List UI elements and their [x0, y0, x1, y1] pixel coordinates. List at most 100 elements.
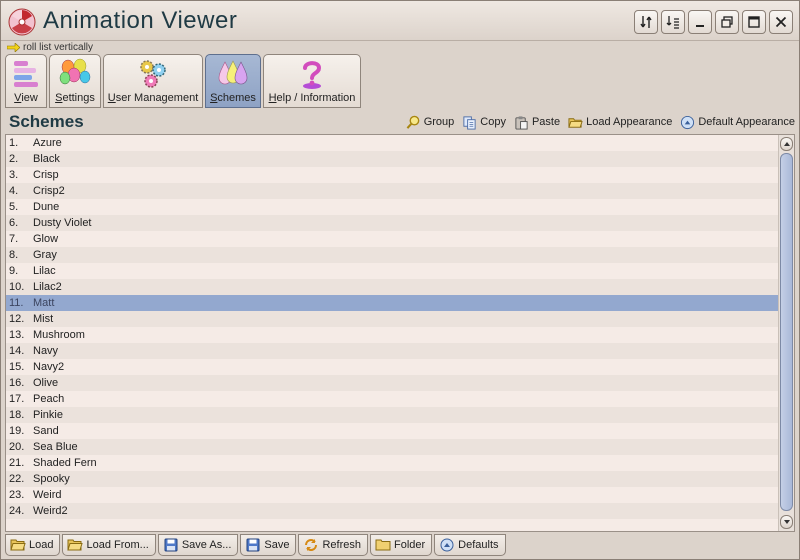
sort-list-button[interactable] — [661, 10, 685, 34]
scheme-row[interactable]: 1. Azure — [6, 135, 779, 151]
refresh-label: Refresh — [322, 539, 361, 551]
swap-arrows-icon — [640, 16, 652, 28]
copy-button[interactable]: Copy — [462, 115, 506, 130]
gears-icon — [140, 60, 166, 88]
scheme-row[interactable]: 2. Black — [6, 151, 779, 167]
scheme-name: Azure — [33, 137, 62, 149]
scheme-name: Gray — [33, 249, 57, 261]
scheme-number: 7. — [9, 233, 19, 245]
scheme-number: 16. — [9, 377, 25, 389]
title-bar[interactable]: Animation Viewer — [1, 1, 799, 41]
scheme-name: Navy — [33, 345, 59, 357]
scheme-row[interactable]: 15. Navy2 — [6, 359, 779, 375]
scheme-row[interactable]: 6. Dusty Violet — [6, 215, 779, 231]
scheme-number: 2. — [9, 153, 19, 165]
scroll-thumb[interactable] — [780, 153, 793, 511]
scheme-row[interactable]: 7. Glow — [6, 231, 779, 247]
folder-button[interactable]: Folder — [369, 534, 433, 556]
sort-list-icon — [666, 16, 679, 29]
scheme-row[interactable]: 4. Crisp2 — [6, 183, 779, 199]
minimize-button[interactable] — [688, 10, 712, 34]
scheme-name: Pinkie — [33, 409, 63, 421]
defaults-button[interactable]: Defaults — [434, 534, 506, 556]
hint-roll-list[interactable]: roll list vertically — [7, 41, 93, 54]
close-icon — [775, 16, 787, 28]
scheme-name: Sea Blue — [33, 441, 78, 453]
tab-settings-label: Settings — [55, 92, 95, 104]
vertical-scrollbar[interactable] — [778, 135, 794, 531]
hint-text: roll list vertically — [23, 42, 94, 53]
scheme-number: 18. — [9, 409, 25, 421]
scheme-row[interactable]: 8. Gray — [6, 247, 779, 263]
schemes-rows: 1. Azure 2. Black 3. Crisp 4. Crisp2 5. Dune 6. Dus… — [6, 135, 779, 519]
paste-button[interactable]: Paste — [514, 115, 560, 130]
scheme-row[interactable]: 3. Crisp — [6, 167, 779, 183]
scheme-row[interactable]: 5. Dune — [6, 199, 779, 215]
tab-help-information[interactable]: Help / Information — [263, 54, 361, 108]
tab-settings[interactable]: Settings — [49, 54, 101, 108]
scheme-row[interactable]: 24. Weird2 — [6, 503, 779, 519]
refresh-button[interactable]: Refresh — [298, 534, 368, 556]
schemes-list[interactable]: 1. Azure 2. Black 3. Crisp 4. Crisp2 5. Dune 6. Dus… — [5, 134, 795, 532]
refresh-icon — [305, 539, 318, 551]
save-button[interactable]: Save — [240, 534, 297, 556]
tab-user-management-label: User Management — [107, 92, 199, 104]
group-label: Group — [423, 116, 455, 128]
tab-user-management[interactable]: User Management — [103, 54, 203, 108]
load-button[interactable]: Load — [5, 534, 61, 556]
load-from-button[interactable]: Load From... — [62, 534, 156, 556]
title-buttons — [634, 10, 793, 34]
magnifier-icon — [406, 115, 420, 129]
scheme-row[interactable]: 19. Sand — [6, 423, 779, 439]
default-circle-icon — [440, 538, 454, 552]
scheme-row[interactable]: 14. Navy — [6, 343, 779, 359]
group-button[interactable]: Group — [406, 115, 455, 130]
scheme-name: Mist — [33, 313, 54, 325]
arrow-right-icon — [7, 43, 20, 52]
scheme-name: Olive — [33, 377, 59, 389]
scheme-number: 1. — [9, 137, 19, 149]
scheme-name: Lilac — [33, 265, 56, 277]
scheme-row[interactable]: 23. Weird — [6, 487, 779, 503]
scheme-number: 5. — [9, 201, 19, 213]
load-from-label: Load From... — [86, 539, 149, 551]
load-appearance-button[interactable]: Load Appearance — [568, 115, 672, 130]
scheme-name: Sand — [33, 425, 59, 437]
scheme-number: 8. — [9, 249, 19, 261]
scroll-down-button[interactable] — [780, 515, 793, 529]
scheme-row[interactable]: 12. Mist — [6, 311, 779, 327]
tab-view[interactable]: View — [5, 54, 47, 108]
scheme-number: 17. — [9, 393, 25, 405]
scheme-row[interactable]: 18. Pinkie — [6, 407, 779, 423]
copy-label: Copy — [480, 116, 506, 128]
close-button[interactable] — [769, 10, 793, 34]
scheme-name: Navy2 — [33, 361, 65, 373]
load-appearance-label: Load Appearance — [586, 116, 673, 128]
tab-schemes[interactable]: Schemes — [205, 54, 261, 108]
view-list-icon — [14, 61, 38, 87]
scheme-row[interactable]: 22. Spooky — [6, 471, 779, 487]
scheme-row[interactable]: 13. Mushroom — [6, 327, 779, 343]
default-circle-icon — [681, 115, 695, 129]
scheme-row[interactable]: 16. Olive — [6, 375, 779, 391]
scheme-row[interactable]: 17. Peach — [6, 391, 779, 407]
scheme-row[interactable]: 10. Lilac2 — [6, 279, 779, 295]
question-icon — [303, 61, 322, 89]
maximize-button[interactable] — [742, 10, 766, 34]
restore-icon — [721, 16, 733, 28]
scheme-row[interactable]: 11. Matt — [6, 295, 779, 311]
scheme-row[interactable]: 9. Lilac — [6, 263, 779, 279]
paste-label: Paste — [531, 116, 561, 128]
tab-schemes-label: Schemes — [210, 92, 256, 104]
swap-vertical-button[interactable] — [634, 10, 658, 34]
restore-button[interactable] — [715, 10, 739, 34]
scroll-up-button[interactable] — [780, 137, 793, 151]
minimize-icon — [696, 25, 704, 27]
scheme-number: 13. — [9, 329, 25, 341]
scheme-row[interactable]: 20. Sea Blue — [6, 439, 779, 455]
default-appearance-button[interactable]: Default Appearance — [680, 115, 795, 130]
scheme-number: 22. — [9, 473, 25, 485]
save-label: Save — [264, 539, 290, 551]
scheme-row[interactable]: 21. Shaded Fern — [6, 455, 779, 471]
save-as-button[interactable]: Save As... — [157, 534, 239, 556]
